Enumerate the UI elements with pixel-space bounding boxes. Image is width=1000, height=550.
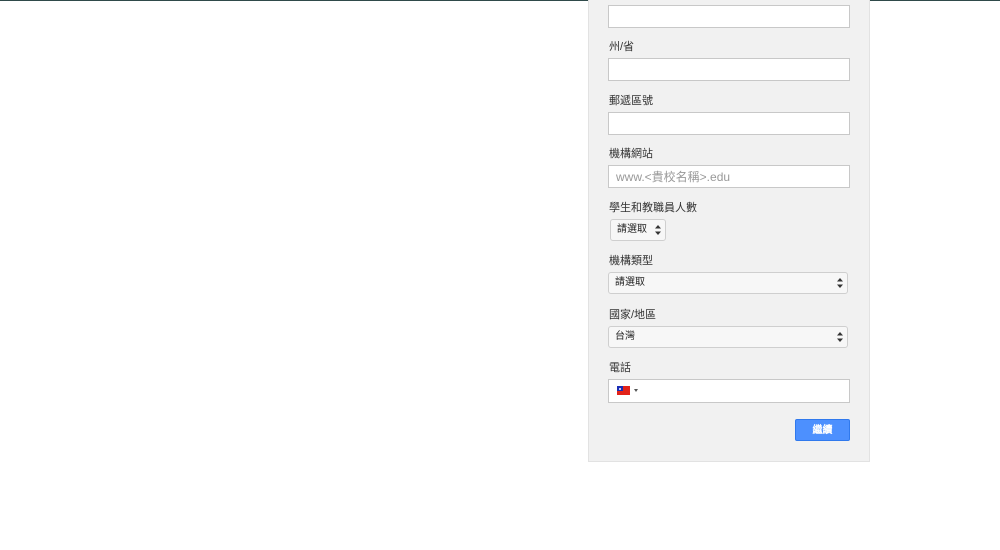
country-select[interactable]: 台灣 — [608, 326, 848, 348]
select-arrows-icon — [837, 277, 843, 289]
phone-field — [608, 379, 853, 404]
org-type-select-value: 請選取 — [615, 277, 645, 288]
country-label: 國家/地區 — [609, 309, 657, 321]
country-code-dropdown[interactable] — [609, 380, 643, 402]
state-label: 州/省 — [609, 41, 635, 53]
postal-code-input[interactable] — [608, 112, 850, 135]
select-arrows-icon — [837, 331, 843, 343]
address-input[interactable] — [608, 5, 850, 28]
population-label: 學生和教職員人數 — [609, 202, 697, 214]
postal-code-label: 郵遞區號 — [609, 95, 653, 107]
phone-input[interactable] — [643, 380, 853, 404]
caret-down-icon — [634, 389, 638, 392]
state-input[interactable] — [608, 58, 850, 81]
website-input[interactable] — [608, 165, 850, 188]
select-arrows-icon — [655, 224, 661, 236]
phone-label: 電話 — [609, 362, 631, 374]
continue-button[interactable]: 繼續 — [795, 419, 850, 441]
org-type-label: 機構類型 — [609, 255, 653, 267]
taiwan-flag-icon — [617, 386, 630, 395]
population-select[interactable]: 請選取 — [610, 219, 666, 241]
org-type-select[interactable]: 請選取 — [608, 272, 848, 294]
population-select-value: 請選取 — [617, 224, 647, 235]
website-label: 機構網站 — [609, 148, 653, 160]
country-select-value: 台灣 — [615, 331, 635, 342]
